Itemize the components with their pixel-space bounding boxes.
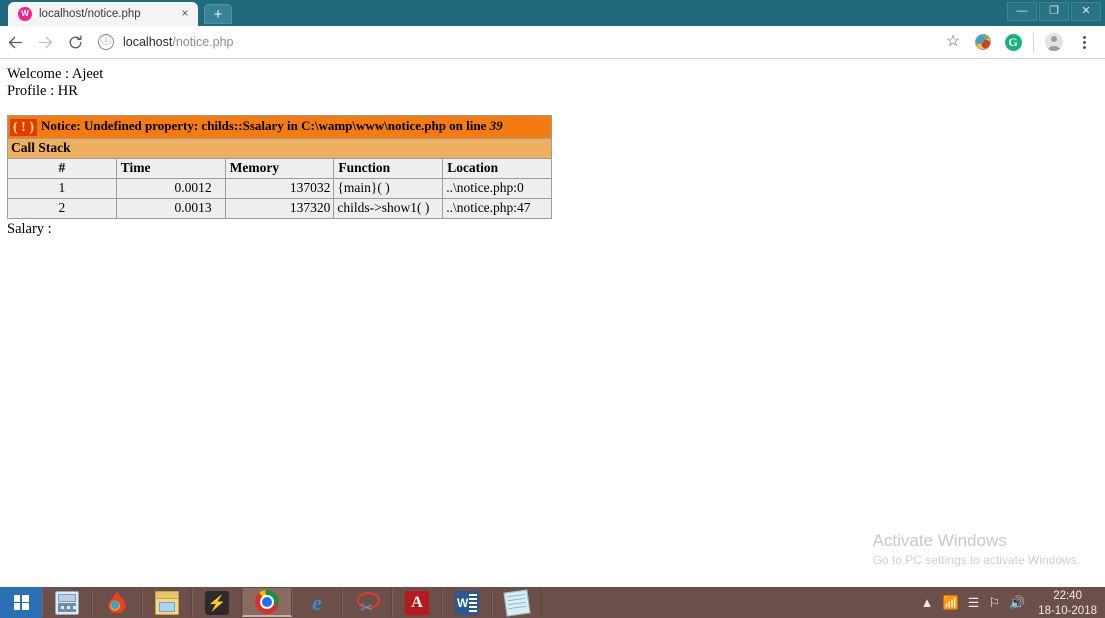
profile-avatar-icon[interactable] bbox=[1039, 27, 1069, 57]
warning-exclamation-icon: ( ! ) bbox=[10, 119, 37, 136]
notice-line-number: 39 bbox=[490, 118, 503, 133]
cell-function: childs->show1( ) bbox=[334, 198, 443, 218]
table-row: 2 0.0013 137320 childs->show1( ) ..\noti… bbox=[8, 198, 552, 218]
cell-time: 0.0012 bbox=[116, 178, 225, 198]
table-row: 1 0.0012 137032 {main}( ) ..\notice.php:… bbox=[8, 178, 552, 198]
taskbar-item-wampserver[interactable] bbox=[92, 588, 142, 617]
word-icon: W bbox=[455, 591, 479, 615]
show-hidden-icons-icon[interactable]: ▲ bbox=[921, 596, 934, 609]
cell-time: 0.0013 bbox=[116, 198, 225, 218]
watermark-subtitle: Go to PC settings to activate Windows. bbox=[873, 552, 1080, 568]
page-info-icon[interactable]: ⓘ bbox=[98, 34, 114, 50]
volume-icon[interactable]: 🔊 bbox=[1009, 596, 1025, 609]
window-controls: — ❐ ✕ bbox=[1007, 2, 1101, 21]
cell-location: ..\notice.php:0 bbox=[443, 178, 552, 198]
taskbar-items: ⚡ e A W bbox=[42, 587, 542, 618]
call-stack-header-row: # Time Memory Function Location bbox=[8, 158, 552, 178]
chrome-menu-icon[interactable] bbox=[1069, 27, 1099, 57]
taskbar-item-notepad[interactable] bbox=[492, 588, 542, 617]
title-bar: localhost/notice.php × + — ❐ ✕ bbox=[0, 0, 1105, 26]
activate-windows-watermark: Activate Windows Go to PC settings to ac… bbox=[873, 530, 1080, 568]
cell-function: {main}( ) bbox=[334, 178, 443, 198]
restore-button[interactable]: ❐ bbox=[1039, 2, 1069, 21]
wampserver-icon bbox=[107, 592, 127, 614]
clock-time: 22:40 bbox=[1053, 590, 1082, 602]
column-header-num: # bbox=[8, 158, 117, 178]
profile-text: Profile : HR bbox=[7, 83, 1105, 100]
file-explorer-icon bbox=[155, 591, 179, 615]
taskbar-item-calculator[interactable] bbox=[42, 588, 92, 617]
back-icon[interactable] bbox=[0, 27, 30, 57]
clock-date: 18-10-2018 bbox=[1038, 605, 1097, 617]
signal-bars-icon[interactable]: ☰ bbox=[968, 596, 980, 609]
calculator-icon bbox=[55, 591, 79, 615]
new-tab-button[interactable]: + bbox=[204, 4, 232, 24]
reload-icon[interactable] bbox=[60, 27, 90, 57]
cell-memory: 137032 bbox=[225, 178, 334, 198]
star-glyph: ☆ bbox=[946, 34, 960, 50]
notepad-icon bbox=[503, 589, 530, 616]
bookmark-star-icon[interactable]: ☆ bbox=[938, 27, 968, 57]
minimize-button[interactable]: — bbox=[1007, 2, 1037, 21]
call-stack-row: Call Stack bbox=[8, 138, 552, 158]
network-icon[interactable]: 📶 bbox=[942, 596, 958, 609]
forward-icon[interactable] bbox=[30, 27, 60, 57]
column-header-function: Function bbox=[334, 158, 443, 178]
browser-window: localhost/notice.php × + — ❐ ✕ ⓘ localho… bbox=[0, 0, 1105, 618]
taskbar-item-sublime-text[interactable]: ⚡ bbox=[192, 588, 242, 617]
welcome-text: Welcome : Ajeet bbox=[7, 66, 1105, 83]
system-tray: ▲ 📶 ☰ ⚐ 🔊 22:40 18-10-2018 bbox=[921, 588, 1105, 618]
url-path: /notice.php bbox=[172, 35, 233, 49]
internet-explorer-icon: e bbox=[305, 591, 329, 615]
taskbar-item-microsoft-word[interactable]: W bbox=[442, 588, 492, 617]
call-stack-label: Call Stack bbox=[8, 138, 552, 158]
clock[interactable]: 22:40 18-10-2018 bbox=[1034, 588, 1097, 618]
address-bar[interactable]: ⓘ localhost/notice.php bbox=[98, 29, 932, 55]
watermark-title: Activate Windows bbox=[873, 530, 1080, 552]
column-header-memory: Memory bbox=[225, 158, 334, 178]
salary-text: Salary : bbox=[7, 221, 1105, 238]
wamp-favicon-icon bbox=[18, 7, 32, 21]
column-header-location: Location bbox=[443, 158, 552, 178]
tab-title: localhost/notice.php bbox=[39, 8, 178, 20]
globe-extension-icon[interactable] bbox=[968, 27, 998, 57]
php-notice-table: ( ! ) Notice: Undefined property: childs:… bbox=[7, 115, 552, 219]
grammarly-extension-icon[interactable]: G bbox=[998, 27, 1028, 57]
chrome-icon bbox=[255, 590, 279, 614]
snipping-tool-icon bbox=[355, 591, 379, 615]
cell-num: 1 bbox=[8, 178, 117, 198]
browser-tab[interactable]: localhost/notice.php × bbox=[8, 2, 198, 26]
cell-memory: 137320 bbox=[225, 198, 334, 218]
sublime-text-icon: ⚡ bbox=[205, 591, 229, 615]
close-tab-icon[interactable]: × bbox=[178, 7, 192, 21]
url-host: localhost bbox=[123, 35, 172, 49]
notice-message-text: Notice: Undefined property: childs::Ssal… bbox=[41, 118, 486, 133]
start-button[interactable] bbox=[0, 587, 42, 618]
close-window-button[interactable]: ✕ bbox=[1071, 2, 1101, 21]
toolbar-divider bbox=[1033, 33, 1034, 51]
page-content: Welcome : Ajeet Profile : HR ( ! ) Notice… bbox=[0, 59, 1105, 587]
notice-header-row: ( ! ) Notice: Undefined property: childs:… bbox=[8, 116, 552, 139]
taskbar-item-internet-explorer[interactable]: e bbox=[292, 588, 342, 617]
toolbar-icons: ☆ G bbox=[938, 27, 1105, 57]
tab-strip: localhost/notice.php × + bbox=[0, 0, 232, 26]
taskbar-item-file-explorer[interactable] bbox=[142, 588, 192, 617]
cell-location: ..\notice.php:47 bbox=[443, 198, 552, 218]
taskbar-item-snipping-tool[interactable] bbox=[342, 588, 392, 617]
notice-message-cell: ( ! ) Notice: Undefined property: childs:… bbox=[8, 116, 552, 139]
action-center-icon[interactable]: ⚐ bbox=[988, 596, 1000, 609]
windows-logo-icon bbox=[14, 595, 29, 610]
cell-num: 2 bbox=[8, 198, 117, 218]
taskbar-item-google-chrome[interactable] bbox=[242, 588, 292, 617]
windows-taskbar: ⚡ e A W ▲ 📶 ☰ ⚐ 🔊 22:40 18-10-2018 bbox=[0, 587, 1105, 618]
browser-toolbar: ⓘ localhost/notice.php ☆ G bbox=[0, 26, 1105, 59]
taskbar-item-adobe-reader[interactable]: A bbox=[392, 588, 442, 617]
column-header-time: Time bbox=[116, 158, 225, 178]
adobe-reader-icon: A bbox=[405, 591, 429, 615]
grammarly-glyph: G bbox=[1005, 34, 1022, 51]
